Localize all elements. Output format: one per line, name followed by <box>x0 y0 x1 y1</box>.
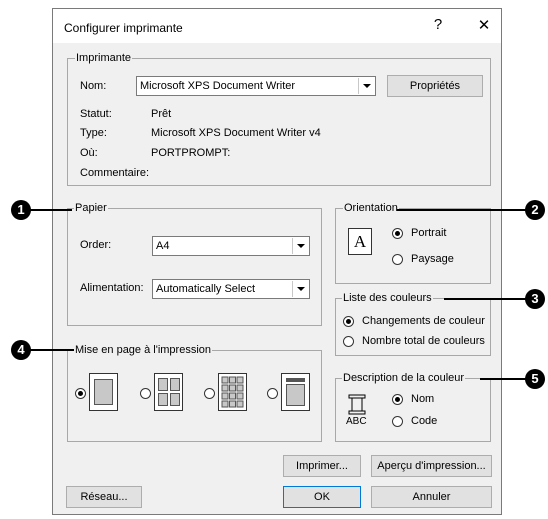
callout-4-leader <box>30 349 74 351</box>
callout-1-leader <box>30 209 72 211</box>
thread-spool-icon: ABC <box>346 394 370 428</box>
cancel-button[interactable]: Annuler <box>371 486 492 508</box>
color-total-radio[interactable] <box>343 336 354 347</box>
print-layout-group-legend: Mise en page à l'impression <box>74 344 213 356</box>
comment-label: Commentaire: <box>80 167 150 179</box>
chevron-down-icon[interactable] <box>292 238 308 254</box>
type-label: Type: <box>80 127 107 139</box>
layout-many-radio[interactable] <box>204 388 215 399</box>
color-total-label: Nombre total de couleurs <box>362 335 485 347</box>
callout-2: 2 <box>525 200 545 220</box>
chevron-down-icon[interactable] <box>358 78 374 94</box>
paper-group-legend: Papier <box>74 202 108 214</box>
desc-code-label: Code <box>411 415 438 427</box>
callout-3: 3 <box>525 289 545 309</box>
callout-5: 5 <box>525 369 545 389</box>
callout-4: 4 <box>11 340 31 360</box>
printer-name-select[interactable]: Microsoft XPS Document Writer <box>136 76 376 96</box>
paper-size-select[interactable]: A4 <box>152 236 310 256</box>
portrait-page-icon: A <box>348 228 372 255</box>
callout-1: 1 <box>11 200 31 220</box>
color-changes-label: Changements de couleur <box>362 315 485 327</box>
help-button[interactable]: ? <box>428 16 448 33</box>
status-label: Statut: <box>80 108 112 120</box>
print-preview-button[interactable]: Aperçu d'impression... <box>371 455 492 477</box>
thread-code-text: ABC <box>346 416 367 427</box>
layout-list-radio[interactable] <box>267 388 278 399</box>
color-list-group-legend: Liste des couleurs <box>342 292 433 304</box>
color-description-group-legend: Description de la couleur <box>342 372 466 384</box>
layout-four-radio[interactable] <box>140 388 151 399</box>
layout-single-radio[interactable] <box>75 388 86 399</box>
printer-name-label: Nom: <box>80 80 107 92</box>
callout-5-leader <box>480 378 526 380</box>
orientation-group-legend: Orientation <box>343 202 399 214</box>
close-button[interactable]: ✕ <box>474 16 494 34</box>
properties-button[interactable]: Propriétés <box>387 75 483 97</box>
portrait-radio[interactable] <box>392 228 403 239</box>
printer-group-legend: Imprimante <box>75 52 133 64</box>
where-value: PORTPROMPT: <box>151 147 231 159</box>
paper-group <box>67 208 322 326</box>
callout-2-leader <box>397 209 526 211</box>
paper-source-label: Alimentation: <box>80 282 144 294</box>
single-page-icon <box>89 373 118 411</box>
landscape-label: Paysage <box>411 253 454 265</box>
desc-name-label: Nom <box>411 393 435 405</box>
desc-code-radio[interactable] <box>392 416 403 427</box>
four-pages-icon <box>154 373 183 411</box>
paper-size-value: A4 <box>156 240 170 252</box>
window-title: Configurer imprimante <box>64 21 183 35</box>
color-changes-radio[interactable] <box>343 316 354 327</box>
network-button[interactable]: Réseau... <box>66 486 142 508</box>
paper-source-value: Automatically Select <box>156 283 256 295</box>
paper-size-label: Order: <box>80 239 112 251</box>
where-label: Où: <box>80 147 98 159</box>
landscape-radio[interactable] <box>392 254 403 265</box>
print-button[interactable]: Imprimer... <box>283 455 361 477</box>
ok-button[interactable]: OK <box>283 486 361 508</box>
page-with-list-icon <box>281 373 310 411</box>
status-value: Prêt <box>151 108 172 120</box>
chevron-down-icon[interactable] <box>292 281 308 297</box>
type-value: Microsoft XPS Document Writer v4 <box>151 127 321 139</box>
callout-3-leader <box>444 298 526 300</box>
printer-name-value: Microsoft XPS Document Writer <box>140 80 296 92</box>
portrait-label: Portrait <box>411 227 447 239</box>
desc-name-radio[interactable] <box>392 394 403 405</box>
many-pages-icon <box>218 373 247 411</box>
paper-source-select[interactable]: Automatically Select <box>152 279 310 299</box>
